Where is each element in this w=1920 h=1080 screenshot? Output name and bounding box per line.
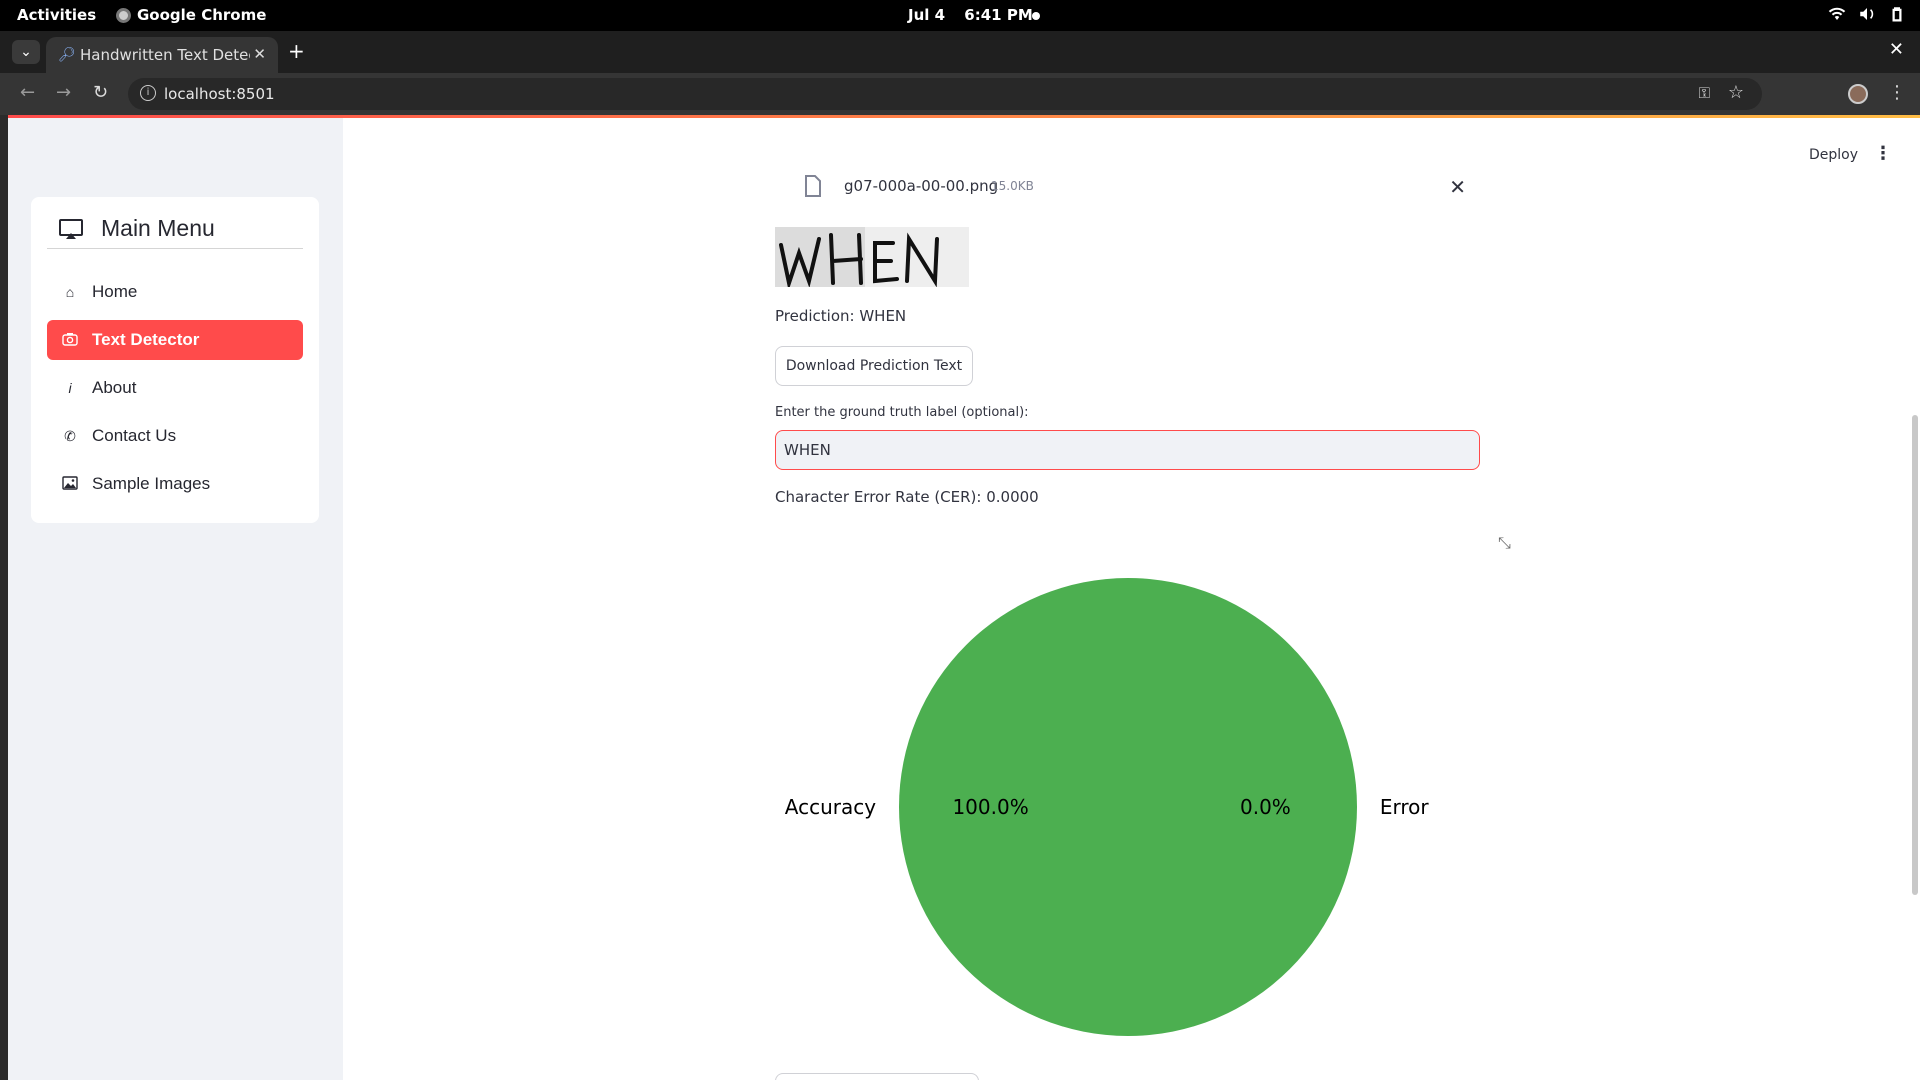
prediction-text: Prediction: WHEN: [775, 307, 907, 325]
site-info-icon[interactable]: i: [140, 85, 156, 101]
tab-search-button[interactable]: ⌄: [12, 40, 40, 64]
handwriting-image-drawing: [775, 227, 969, 287]
new-tab-button[interactable]: +: [288, 39, 305, 63]
forward-button[interactable]: →: [56, 82, 71, 103]
favicon-icon: 🔎︎: [58, 47, 76, 63]
clock-time: 6:41 PM: [964, 6, 1033, 24]
file-name: g07-000a-00-00.png: [844, 177, 999, 195]
page-scrollbar[interactable]: [1912, 415, 1918, 895]
pie-value-label: 0.0%: [1240, 795, 1291, 819]
phone-icon: ✆: [64, 427, 76, 444]
clock-date: Jul 4: [908, 6, 946, 24]
main-menu-card: Main Menu ⌂ Home Text Detector i About ✆…: [31, 197, 319, 523]
sidebar-item-label: Contact Us: [92, 426, 177, 445]
window-close-button[interactable]: ✕: [1889, 39, 1904, 60]
window-edge: [0, 115, 8, 1080]
app-menu[interactable]: Google Chrome: [116, 6, 266, 24]
volume-icon: [1860, 8, 1874, 20]
deploy-button[interactable]: Deploy: [1809, 147, 1858, 163]
partially-visible-button[interactable]: [775, 1073, 979, 1080]
sidebar-item-label: Text Detector: [92, 330, 200, 349]
uploaded-file-row: g07-000a-00-00.png 15.0KB ✕: [794, 175, 1484, 205]
sidebar: Main Menu ⌂ Home Text Detector i About ✆…: [8, 118, 343, 1080]
sidebar-item-label: About: [92, 378, 137, 397]
file-size: 15.0KB: [991, 179, 1034, 193]
sidebar-item-label: Sample Images: [92, 474, 211, 493]
info-icon: i: [68, 380, 72, 396]
accuracy-pie-chart: Accuracy 100.0% Error 0.0%: [785, 578, 1430, 1036]
download-prediction-button[interactable]: Download Prediction Text: [775, 346, 973, 386]
remove-file-icon[interactable]: ✕: [1449, 175, 1466, 199]
system-tray[interactable]: [1828, 5, 1906, 23]
tab-close-icon[interactable]: ✕: [253, 45, 266, 63]
back-button[interactable]: ←: [20, 82, 35, 103]
image-icon: [62, 475, 78, 493]
sidebar-item-about[interactable]: i About: [47, 368, 303, 408]
menu-header: Main Menu: [47, 215, 303, 249]
sidebar-item-label: Home: [92, 282, 138, 301]
tab-strip: ⌄ 🔎︎ Handwritten Text Detecto ✕ + ✕: [0, 31, 1920, 73]
wifi-icon: [1828, 7, 1846, 20]
menu-title: Main Menu: [101, 215, 215, 241]
cer-text: Character Error Rate (CER): 0.0000: [775, 488, 1039, 506]
app-name: Google Chrome: [137, 6, 267, 24]
address-url: localhost:8501: [164, 85, 275, 103]
profile-avatar[interactable]: [1848, 84, 1868, 104]
uploaded-handwriting-image: [775, 227, 969, 287]
battery-icon: [1892, 7, 1902, 22]
address-bar[interactable]: i localhost:8501 ⚿ ☆: [128, 78, 1762, 110]
ground-truth-input[interactable]: WHEN: [775, 430, 1480, 470]
home-icon: ⌂: [65, 284, 75, 300]
password-key-icon[interactable]: ⚿: [1699, 84, 1710, 102]
sidebar-item-text-detector[interactable]: Text Detector: [47, 320, 303, 360]
pie-category-label: Error: [1380, 795, 1430, 819]
sidebar-item-sample-images[interactable]: Sample Images: [47, 464, 303, 504]
clock[interactable]: Jul 4 6:41 PM: [908, 6, 1033, 24]
monitor-icon: [59, 219, 83, 239]
reload-button[interactable]: ↻: [93, 82, 108, 103]
bookmark-star-icon[interactable]: ☆: [1728, 82, 1744, 103]
notification-dot-icon: [1032, 12, 1040, 20]
sidebar-item-home[interactable]: ⌂ Home: [47, 272, 303, 312]
page-viewport: Main Menu ⌂ Home Text Detector i About ✆…: [8, 115, 1920, 1080]
browser-toolbar: ← → ↻ i localhost:8501 ⚿ ☆ ⋮: [0, 73, 1920, 115]
ground-truth-label: Enter the ground truth label (optional):: [775, 405, 1029, 420]
main-menu-icon[interactable]: ⋮: [1874, 143, 1892, 164]
chrome-menu-icon[interactable]: ⋮: [1888, 82, 1906, 103]
camera-icon: [62, 332, 78, 349]
pie-value-label: 100.0%: [952, 795, 1028, 819]
activities-button[interactable]: Activities: [17, 6, 96, 24]
tab-title: Handwritten Text Detecto: [80, 46, 250, 64]
sidebar-item-contact-us[interactable]: ✆ Contact Us: [47, 416, 303, 456]
file-icon: [805, 175, 821, 197]
browser-tab[interactable]: 🔎︎ Handwritten Text Detecto ✕: [46, 37, 278, 73]
chrome-icon: [116, 7, 131, 23]
pie-category-label: Accuracy: [785, 795, 876, 819]
os-top-bar: Activities Google Chrome Jul 4 6:41 PM: [0, 0, 1920, 31]
